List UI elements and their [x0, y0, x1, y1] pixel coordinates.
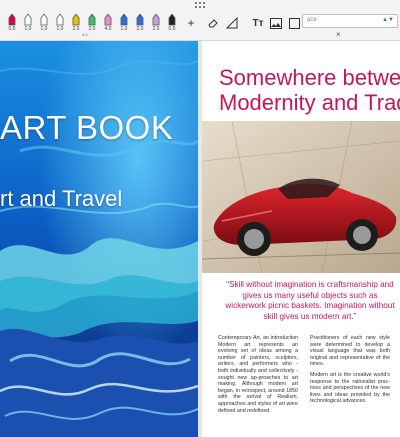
- ruler-icon[interactable]: [224, 15, 240, 31]
- cover-page: ART BOOK rt and Travel: [0, 41, 198, 437]
- close-icon[interactable]: ×: [336, 30, 341, 39]
- book-spread: ART BOOK rt and Travel Somewhere between…: [0, 41, 400, 437]
- pen-size-label: 1.0: [120, 26, 128, 32]
- pen-icon: [120, 14, 128, 26]
- pen-size-label: 0.5: [82, 32, 88, 37]
- pen-size-label: 1.0: [40, 26, 48, 32]
- text-column-left: Contemporary Art, an introduction Modern…: [218, 335, 298, 418]
- pull-quote: “Skill without imagination is craftsmans…: [225, 280, 395, 321]
- image-icon[interactable]: [268, 15, 284, 31]
- eraser-icon[interactable]: [205, 15, 221, 31]
- red-sports-car-image: [202, 121, 400, 273]
- pen-icon: [56, 14, 64, 26]
- pen-tool[interactable]: 1.0: [116, 12, 132, 36]
- pen-tool[interactable]: 4.0: [100, 12, 116, 36]
- search-nav-arrows[interactable]: ▲▼: [382, 17, 394, 23]
- pen-icon: [72, 14, 80, 26]
- pen-tool[interactable]: 0.5: [4, 12, 20, 36]
- pen-tool[interactable]: 0.5: [164, 12, 180, 36]
- search-input[interactable]: ace ▲▼: [302, 14, 398, 28]
- search-placeholder: ace: [307, 17, 317, 23]
- pen-tool[interactable]: 2.0: [132, 12, 148, 36]
- pen-tool[interactable]: 1.0: [20, 12, 36, 36]
- pen-size-label: 0.5: [168, 26, 176, 32]
- cover-title: ART BOOK: [0, 109, 174, 146]
- heading-line-1: Somewhere between: [219, 65, 400, 90]
- pen-icon: [152, 14, 160, 26]
- pen-tool[interactable]: 2.0: [148, 12, 164, 36]
- add-label: +: [187, 16, 195, 30]
- cover-subtitle: rt and Travel: [0, 186, 123, 211]
- pen-icon: [104, 14, 112, 26]
- ocean-painting: [0, 41, 198, 437]
- heading-line-2: Modernity and Tradit: [219, 90, 400, 115]
- pen-tool[interactable]: 1.0: [52, 12, 68, 36]
- add-pen-button[interactable]: +: [183, 15, 199, 31]
- ink-toolbar: 0.5 1.0 1.0 1.0 2.0 2.0 4.0 1.0 2.0 2.0 0.5 + Tт a…: [0, 0, 400, 41]
- shape-icon[interactable]: [286, 15, 302, 31]
- pen-icon: [88, 14, 96, 26]
- pen-size-label: 1.0: [24, 26, 32, 32]
- pen-size-label: 4.0: [104, 26, 112, 32]
- paragraph: Practitioners of each new style were det…: [310, 335, 390, 368]
- text-icon[interactable]: Tт: [250, 15, 266, 31]
- pen-icon: [24, 14, 32, 26]
- paragraph: Modern art is the creative world's respo…: [310, 371, 390, 405]
- pen-size-label: 2.0: [152, 26, 160, 32]
- pen-icon: [8, 14, 16, 26]
- pen-size-label: 0.5: [8, 26, 16, 32]
- pen-icon: [136, 14, 144, 26]
- article-heading: Somewhere between Modernity and Tradit: [219, 65, 400, 115]
- paragraph: Contemporary Art, an introduction Modern…: [218, 335, 298, 414]
- pen-size-label: 1.0: [56, 26, 64, 32]
- article-page: Somewhere between Modernity and Tradit: [202, 41, 400, 437]
- pen-tool[interactable]: 1.0: [36, 12, 52, 36]
- pen-size-label: 2.0: [136, 26, 144, 32]
- text-column-right: Practitioners of each new style were det…: [310, 335, 390, 409]
- pen-icon: [168, 14, 176, 26]
- pen-icon: [40, 14, 48, 26]
- drag-handle[interactable]: [195, 2, 205, 10]
